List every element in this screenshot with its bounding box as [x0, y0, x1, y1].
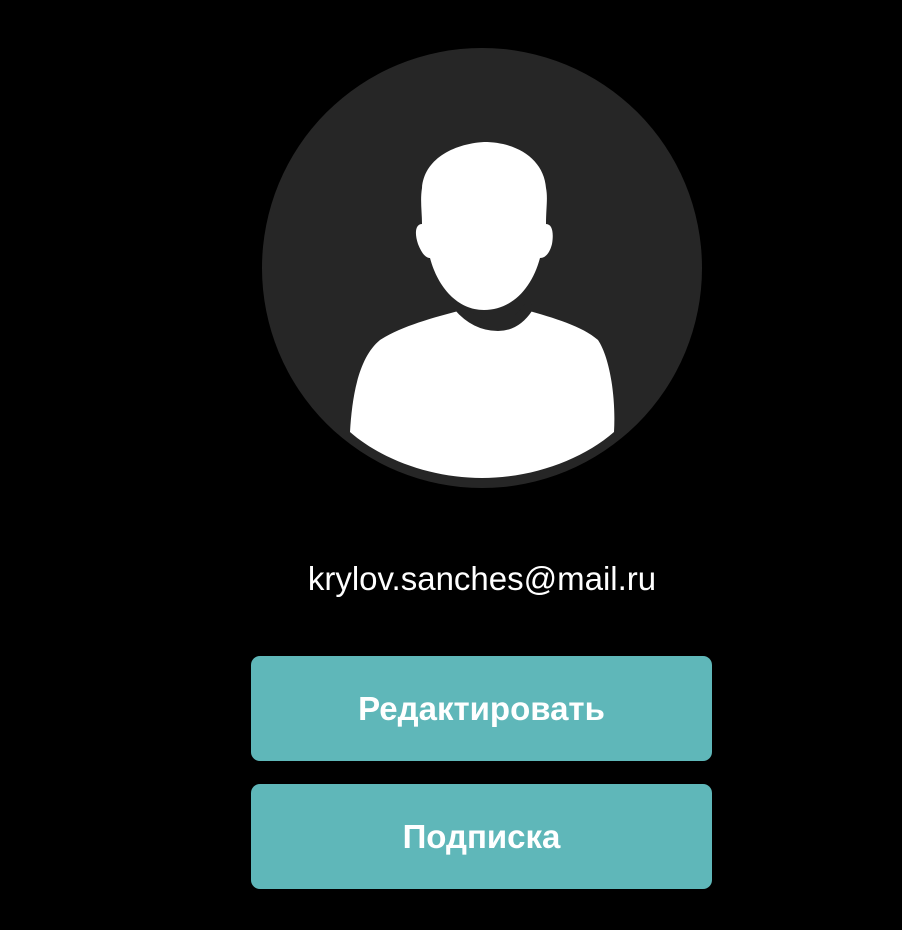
- edit-button[interactable]: Редактировать: [251, 656, 712, 761]
- subscription-button[interactable]: Подписка: [251, 784, 712, 889]
- user-silhouette-icon: [350, 142, 615, 478]
- edit-button-label: Редактировать: [358, 689, 605, 727]
- subscription-button-label: Подписка: [402, 817, 561, 855]
- profile-page: krylov.sanches@mail.ru Редактировать Под…: [0, 0, 902, 930]
- avatar: [262, 48, 702, 488]
- user-email: krylov.sanches@mail.ru: [307, 560, 657, 597]
